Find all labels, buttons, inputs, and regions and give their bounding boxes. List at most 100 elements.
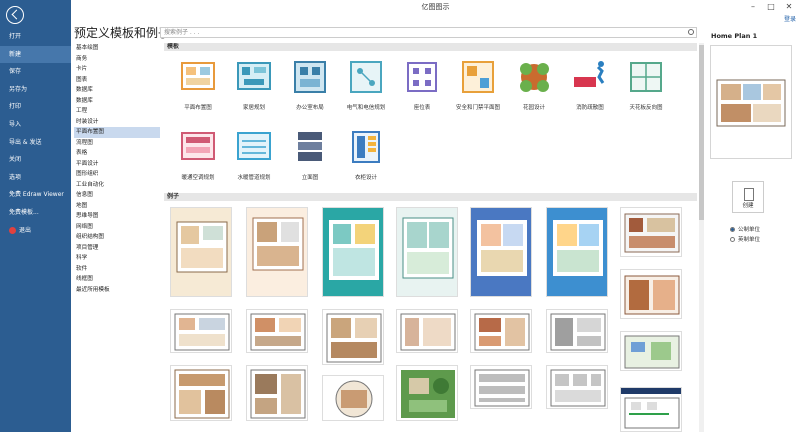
example-thumbnail[interactable]	[546, 207, 608, 297]
examples-section-header: 例子	[164, 193, 697, 201]
garden-plan-thumbnail	[401, 370, 455, 418]
category-item[interactable]: 最近所用模板	[74, 285, 160, 296]
example-thumbnail[interactable]	[546, 365, 608, 409]
category-item[interactable]: 项目管理	[74, 243, 160, 254]
template-plumbing[interactable]: 水暖管道规划	[226, 127, 282, 187]
category-item[interactable]: 时装设计	[74, 117, 160, 128]
example-thumbnail[interactable]	[396, 309, 458, 353]
template-elevation[interactable]: 立面图	[282, 127, 338, 187]
example-thumbnail[interactable]	[470, 365, 532, 409]
category-item[interactable]: 图表	[74, 75, 160, 86]
nav-options[interactable]: 选项	[0, 169, 71, 187]
nav-label: 关闭	[9, 156, 22, 164]
nav-label: 退出	[19, 226, 32, 234]
example-thumbnail[interactable]	[322, 375, 384, 421]
example-thumbnail[interactable]	[620, 331, 682, 371]
category-item[interactable]: 科学	[74, 253, 160, 264]
template-ceiling[interactable]: 天花板反向图	[618, 57, 674, 117]
create-button[interactable]: 创建	[732, 181, 764, 213]
nav-print[interactable]: 打印	[0, 98, 71, 116]
template-home-plan[interactable]: 家居规划	[226, 57, 282, 117]
category-item[interactable]: 商务	[74, 54, 160, 65]
template-security[interactable]: 安全和门禁平面图	[450, 57, 506, 117]
nav-new[interactable]: 新建	[0, 45, 71, 64]
template-seating[interactable]: 座位表	[394, 57, 450, 117]
nav-import[interactable]: 导入	[0, 116, 71, 134]
maximize-icon[interactable]: □	[762, 0, 780, 14]
minimize-icon[interactable]: –	[744, 0, 762, 14]
example-thumbnail[interactable]	[322, 207, 384, 297]
category-item[interactable]: 地图	[74, 201, 160, 212]
template-label: 消防疏散图	[576, 105, 604, 111]
category-item[interactable]: 卡片	[74, 64, 160, 75]
nav-close[interactable]: 关闭	[0, 151, 71, 169]
floor-plan-thumbnail	[553, 220, 603, 276]
category-item[interactable]: 数据库	[74, 85, 160, 96]
back-arrow-icon[interactable]	[6, 6, 24, 24]
example-thumbnail[interactable]	[170, 309, 232, 353]
unit-option-metric[interactable]: 公制单位	[730, 224, 760, 234]
template-hvac[interactable]: 暖通空调规划	[170, 127, 226, 187]
example-thumbnail[interactable]	[170, 207, 232, 297]
nav-exit[interactable]: 退出	[0, 222, 71, 240]
nav-free-templates[interactable]: 免费模板...	[0, 204, 71, 222]
template-electrical[interactable]: 电气和电信规划	[338, 57, 394, 117]
example-thumbnail[interactable]	[470, 309, 532, 353]
example-thumbnail[interactable]	[620, 387, 682, 432]
category-item[interactable]: 图形组织	[74, 169, 160, 180]
template-wardrobe[interactable]: 衣柜设计	[338, 127, 394, 187]
elevation-icon	[298, 132, 322, 161]
nav-save[interactable]: 保存	[0, 63, 71, 81]
floor-plan-thumbnail	[400, 313, 456, 351]
floor-plan-icon	[181, 62, 215, 90]
category-item[interactable]: 思维导图	[74, 211, 160, 222]
floor-plan-thumbnail	[326, 313, 382, 363]
example-thumbnail[interactable]	[322, 309, 384, 365]
example-thumbnail[interactable]	[246, 207, 308, 297]
example-thumbnail[interactable]	[396, 207, 458, 297]
category-item[interactable]: 平面设计	[74, 159, 160, 170]
example-thumbnail[interactable]	[470, 207, 532, 297]
template-garden[interactable]: 花园设计	[506, 57, 562, 117]
category-item[interactable]: 网络图	[74, 222, 160, 233]
category-item[interactable]: 组织结构图	[74, 232, 160, 243]
example-thumbnail[interactable]	[620, 269, 682, 319]
gallery-scrollbar[interactable]	[699, 43, 704, 432]
template-floor-plan[interactable]: 平面布置图	[170, 57, 226, 117]
login-link[interactable]: 登录	[784, 14, 796, 23]
category-item[interactable]: 工业自动化	[74, 180, 160, 191]
example-thumbnail[interactable]	[170, 365, 232, 421]
example-thumbnail[interactable]	[620, 207, 682, 257]
category-item[interactable]: 流程图	[74, 138, 160, 149]
example-thumbnail[interactable]	[396, 365, 458, 421]
floor-plan-thumbnail	[250, 369, 306, 419]
close-icon[interactable]: ✕	[780, 0, 798, 14]
template-evacuation[interactable]: 消防疏散图	[562, 57, 618, 117]
nav-save-as[interactable]: 另存为	[0, 81, 71, 99]
example-thumbnail[interactable]	[546, 309, 608, 353]
category-item[interactable]: 平面布置图	[74, 127, 160, 138]
category-item[interactable]: 基本绘图	[74, 43, 160, 54]
category-item[interactable]: 工程	[74, 106, 160, 117]
category-item[interactable]: 软件	[74, 264, 160, 275]
template-office-layout[interactable]: 办公室布局	[282, 57, 338, 117]
unit-option-imperial[interactable]: 英制单位	[730, 234, 760, 244]
example-thumbnail[interactable]	[246, 365, 308, 421]
category-item[interactable]: 线框图	[74, 274, 160, 285]
radio-icon[interactable]	[730, 236, 735, 242]
exit-sign-icon	[574, 61, 605, 87]
nav-open[interactable]: 打开	[0, 28, 71, 46]
category-item[interactable]: 信息图	[74, 190, 160, 201]
category-item[interactable]: 表格	[74, 148, 160, 159]
category-item[interactable]: 数据库	[74, 96, 160, 107]
floor-plan-thumbnail	[624, 213, 680, 253]
search-input[interactable]: 搜索例子 . . .	[160, 27, 697, 38]
home-plan-preview	[716, 79, 786, 127]
search-icon[interactable]	[688, 29, 694, 35]
radio-selected-icon[interactable]	[730, 226, 735, 232]
nav-export-send[interactable]: 导出 & 发送	[0, 134, 71, 152]
template-label: 办公室布局	[296, 105, 324, 111]
nav-free-viewer[interactable]: 免费 Edraw Viewer	[0, 186, 71, 204]
scrollbar-thumb[interactable]	[699, 45, 704, 220]
example-thumbnail[interactable]	[246, 309, 308, 353]
